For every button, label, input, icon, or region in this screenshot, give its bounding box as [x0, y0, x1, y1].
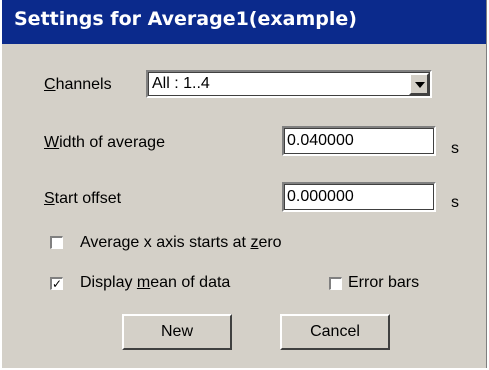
dropdown-button[interactable]: [409, 73, 429, 95]
average-zero-label[interactable]: Average x axis starts at zero: [80, 234, 282, 252]
new-button[interactable]: New: [122, 314, 232, 350]
width-of-average-label: Width of average: [44, 134, 165, 151]
check-icon: ✓: [52, 277, 63, 291]
channels-dropdown[interactable]: All : 1..4: [146, 70, 432, 98]
width-of-average-input[interactable]: 0.040000: [282, 126, 436, 156]
error-bars-label[interactable]: Error bars: [348, 274, 419, 292]
display-mean-label[interactable]: Display mean of data: [80, 274, 230, 292]
start-offset-input[interactable]: 0.000000: [282, 182, 436, 212]
dialog-title: Settings for Average1(example): [14, 8, 357, 30]
settings-dialog: Settings for Average1(example) Channels …: [2, 0, 487, 368]
chevron-down-icon: [415, 82, 425, 88]
start-offset-label: Start offset: [44, 190, 122, 207]
average-zero-checkbox[interactable]: [50, 236, 63, 249]
channels-label: Channels: [44, 76, 112, 93]
channels-selected-value: All : 1..4: [152, 75, 210, 92]
title-bar[interactable]: Settings for Average1(example): [2, 0, 486, 44]
start-offset-unit-label: s: [451, 194, 459, 211]
error-bars-checkbox[interactable]: [329, 277, 342, 290]
width-unit-label: s: [451, 140, 459, 157]
cancel-button[interactable]: Cancel: [280, 314, 390, 350]
display-mean-checkbox[interactable]: ✓: [50, 277, 63, 290]
